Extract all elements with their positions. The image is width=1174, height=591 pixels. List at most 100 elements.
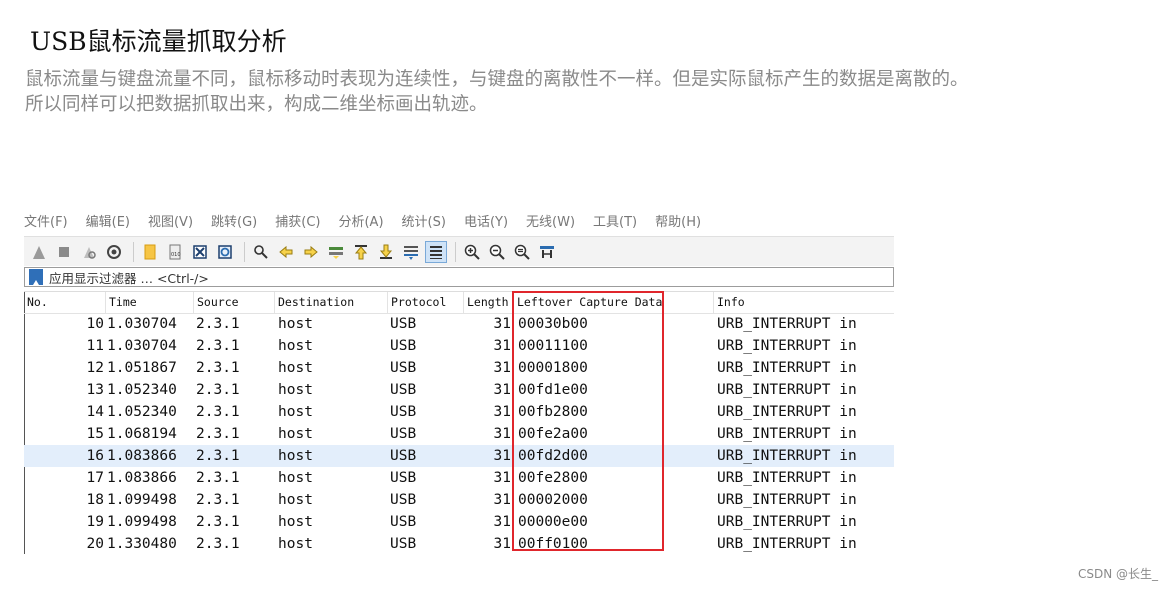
- column-header-leftover-capture-data[interactable]: Leftover Capture Data: [514, 292, 714, 313]
- cell-protocol: USB: [390, 338, 417, 354]
- close-file-icon[interactable]: [189, 241, 211, 263]
- cell-length: 31: [493, 404, 511, 420]
- menu-bar: 文件(F) 编辑(E) 视图(V) 跳转(G) 捕获(C) 分析(A) 统计(S…: [24, 212, 719, 234]
- cell-destination: host: [278, 316, 313, 332]
- restart-icon[interactable]: [78, 241, 100, 263]
- cell-protocol: USB: [390, 360, 417, 376]
- menu-capture[interactable]: 捕获(C): [275, 212, 320, 234]
- column-header-time[interactable]: Time: [106, 292, 194, 313]
- go-forward-icon[interactable]: [300, 241, 322, 263]
- cell-info: URB_INTERRUPT in: [717, 316, 857, 332]
- cell-leftover-data: 00fd1e00: [518, 382, 588, 398]
- table-row[interactable]: 11 1.030704 2.3.1 host USB 31 00011100 URB_INTE…: [24, 335, 894, 357]
- menu-edit[interactable]: 编辑(E): [86, 212, 130, 234]
- column-header-protocol[interactable]: Protocol: [388, 292, 464, 313]
- column-header-info[interactable]: Info: [714, 292, 894, 313]
- cell-protocol: USB: [390, 382, 417, 398]
- first-packet-icon[interactable]: [350, 241, 372, 263]
- cell-leftover-data: 00000e00: [518, 514, 588, 530]
- resize-columns-icon[interactable]: [536, 241, 558, 263]
- cell-no: 16: [86, 448, 104, 464]
- cell-protocol: USB: [390, 426, 417, 442]
- column-header-source[interactable]: Source: [194, 292, 275, 313]
- colorize-icon[interactable]: [425, 240, 447, 263]
- cell-destination: host: [278, 470, 313, 486]
- cell-time: 1.052340: [107, 382, 177, 398]
- watermark: CSDN @长生_: [1077, 567, 1158, 581]
- column-header-destination[interactable]: Destination: [275, 292, 388, 313]
- table-row[interactable]: 13 1.052340 2.3.1 host USB 31 00fd1e00 URB_INTE…: [24, 379, 894, 401]
- cell-no: 18: [86, 492, 104, 508]
- menu-statistics[interactable]: 统计(S): [402, 212, 446, 234]
- table-row[interactable]: 12 1.051867 2.3.1 host USB 31 00001800 URB_INTE…: [24, 357, 894, 379]
- stop-icon[interactable]: [53, 241, 75, 263]
- table-row[interactable]: 17 1.083866 2.3.1 host USB 31 00fe2800 URB_INTE…: [24, 467, 894, 489]
- table-row[interactable]: 19 1.099498 2.3.1 host USB 31 00000e00 URB_INTE…: [24, 511, 894, 533]
- cell-protocol: USB: [390, 448, 417, 464]
- cell-time: 1.330480: [107, 536, 177, 552]
- go-to-packet-icon[interactable]: [325, 241, 347, 263]
- open-file-icon[interactable]: [139, 241, 161, 263]
- autoscroll-icon[interactable]: [400, 241, 422, 263]
- menu-go[interactable]: 跳转(G): [211, 212, 257, 234]
- last-packet-icon[interactable]: [375, 241, 397, 263]
- description-paragraph: 鼠标流量与键盘流量不同，鼠标移动时表现为连续性，与键盘的离散性不一样。但是实际鼠…: [25, 69, 969, 115]
- cell-time: 1.052340: [107, 404, 177, 420]
- cell-leftover-data: 00fe2a00: [518, 426, 588, 442]
- display-filter-bar[interactable]: 应用显示过滤器 … <Ctrl-/>: [24, 267, 894, 287]
- column-header-length[interactable]: Length: [464, 292, 514, 313]
- packet-list-header: No. Time Source Destination Protocol Len…: [24, 291, 894, 314]
- menu-wireless[interactable]: 无线(W): [526, 212, 575, 234]
- table-row[interactable]: 20 1.330480 2.3.1 host USB 31 00ff0100 URB_INTE…: [24, 533, 894, 555]
- cell-protocol: USB: [390, 470, 417, 486]
- table-row[interactable]: 18 1.099498 2.3.1 host USB 31 00002000 URB_INTE…: [24, 489, 894, 511]
- menu-analyze[interactable]: 分析(A): [338, 212, 383, 234]
- cell-destination: host: [278, 536, 313, 552]
- cell-destination: host: [278, 426, 313, 442]
- cell-leftover-data: 00030b00: [518, 316, 588, 332]
- capture-options-icon[interactable]: [103, 241, 125, 263]
- cell-no: 14: [86, 404, 104, 420]
- bookmark-icon[interactable]: [29, 269, 43, 285]
- cell-no: 10: [86, 316, 104, 332]
- menu-file[interactable]: 文件(F): [24, 212, 68, 234]
- save-file-icon[interactable]: 010: [164, 241, 186, 263]
- table-row[interactable]: 16 1.083866 2.3.1 host USB 31 00fd2d00 URB_INTE…: [24, 445, 894, 467]
- table-row[interactable]: 14 1.052340 2.3.1 host USB 31 00fb2800 URB_INTE…: [24, 401, 894, 423]
- cell-length: 31: [493, 536, 511, 552]
- cell-leftover-data: 00fb2800: [518, 404, 588, 420]
- table-row[interactable]: 15 1.068194 2.3.1 host USB 31 00fe2a00 URB_INTE…: [24, 423, 894, 445]
- find-icon[interactable]: [250, 241, 272, 263]
- cell-length: 31: [493, 360, 511, 376]
- zoom-in-icon[interactable]: [461, 241, 483, 263]
- cell-destination: host: [278, 514, 313, 530]
- column-header-no[interactable]: No.: [24, 292, 106, 313]
- cell-time: 1.030704: [107, 316, 177, 332]
- cell-time: 1.030704: [107, 338, 177, 354]
- menu-view[interactable]: 视图(V): [148, 212, 193, 234]
- normal-size-icon[interactable]: [511, 241, 533, 263]
- cell-length: 31: [493, 338, 511, 354]
- cell-source: 2.3.1: [196, 536, 240, 552]
- cell-length: 31: [493, 470, 511, 486]
- table-row[interactable]: 10 1.030704 2.3.1 host USB 31 00030b00 URB_INTE…: [24, 313, 894, 335]
- cell-info: URB_INTERRUPT in: [717, 492, 857, 508]
- cell-destination: host: [278, 360, 313, 376]
- toolbar-separator: [133, 241, 134, 262]
- cell-info: URB_INTERRUPT in: [717, 448, 857, 464]
- cell-source: 2.3.1: [196, 470, 240, 486]
- zoom-out-icon[interactable]: [486, 241, 508, 263]
- go-back-icon[interactable]: [275, 241, 297, 263]
- menu-tools[interactable]: 工具(T): [593, 212, 637, 234]
- cell-no: 15: [86, 426, 104, 442]
- shark-fin-start-icon[interactable]: [28, 241, 50, 263]
- wireshark-window: 文件(F) 编辑(E) 视图(V) 跳转(G) 捕获(C) 分析(A) 统计(S…: [24, 206, 894, 556]
- reload-icon[interactable]: [214, 241, 236, 263]
- cell-leftover-data: 00fe2800: [518, 470, 588, 486]
- cell-length: 31: [493, 426, 511, 442]
- menu-help[interactable]: 帮助(H): [655, 212, 701, 234]
- cell-leftover-data: 00002000: [518, 492, 588, 508]
- cell-leftover-data: 00ff0100: [518, 536, 588, 552]
- menu-telephony[interactable]: 电话(Y): [464, 212, 508, 234]
- display-filter-input[interactable]: 应用显示过滤器 … <Ctrl-/>: [49, 268, 209, 287]
